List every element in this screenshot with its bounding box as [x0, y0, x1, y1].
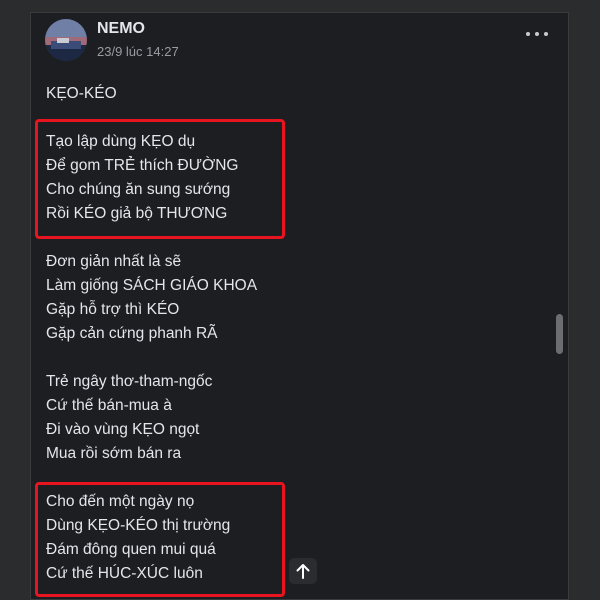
more-options-button[interactable]	[526, 25, 548, 43]
window-frame-left	[0, 0, 30, 600]
more-horizontal-icon-dot	[544, 32, 548, 36]
scrollbar-thumb[interactable]	[556, 314, 563, 354]
poem-line: Đám đông quen mui quá	[46, 541, 216, 558]
post-header: NEMO 23/9 lúc 14:27	[31, 13, 568, 73]
poem-line: Gặp hỗ trợ thì KÉO	[46, 301, 180, 318]
poem-line: Cứ thế bán-mua à	[46, 397, 172, 414]
poem-line: Rồi KÉO giả bộ THƯƠNG	[46, 205, 228, 222]
poem-line: Đi vào vùng KẸO ngọt	[46, 421, 200, 438]
post-card: NEMO 23/9 lúc 14:27 KẸO-KÉO Tạo lập dùng…	[30, 12, 569, 600]
arrow-up-icon	[296, 564, 310, 579]
poem-line: Để gom TRẺ thích ĐƯỜNG	[46, 157, 239, 174]
avatar-image	[45, 19, 87, 61]
stanza: Trẻ ngây thơ-tham-ngốc Cứ thế bán-mua à …	[46, 370, 526, 466]
post-body: KẸO-KÉO Tạo lập dùng KẸO dụ Để gom TRẺ t…	[46, 82, 526, 599]
poem-line: Mua rồi sớm bán ra	[46, 445, 182, 462]
stanza: Tạo lập dùng KẸO dụ Để gom TRẺ thích ĐƯỜ…	[46, 130, 526, 226]
post-title: KẸO-KÉO	[46, 85, 117, 102]
poem-line: Làm giống SÁCH GIÁO KHOA	[46, 277, 258, 294]
poem-line: Dùng KẸO-KÉO thị trường	[46, 517, 231, 534]
window-frame-right	[569, 0, 600, 600]
poem-line: Cho đến một ngày nọ	[46, 493, 195, 510]
post-timestamp[interactable]: 23/9 lúc 14:27	[97, 44, 179, 59]
poem-line: Tạo lập dùng KẸO dụ	[46, 133, 196, 150]
more-horizontal-icon	[526, 32, 530, 36]
more-horizontal-icon-dot	[535, 32, 539, 36]
scroll-to-top-button[interactable]	[289, 558, 317, 584]
poem-line: Đơn giản nhất là sẽ	[46, 253, 182, 270]
poem-line: Trẻ ngây thơ-tham-ngốc	[46, 373, 213, 390]
poem-line: Cho chúng ăn sung sướng	[46, 181, 231, 198]
poem-line: Gặp cản cứng phanh RÃ	[46, 325, 218, 342]
stanza: Cho đến một ngày nọ Dùng KẸO-KÉO thị trư…	[46, 490, 526, 586]
avatar[interactable]	[45, 19, 87, 61]
poem-line: Cứ thế HÚC-XÚC luôn	[46, 565, 203, 582]
author-name[interactable]: NEMO	[97, 20, 145, 38]
window-frame-top	[0, 0, 600, 12]
stanza: Đơn giản nhất là sẽ Làm giống SÁCH GIÁO …	[46, 250, 526, 346]
